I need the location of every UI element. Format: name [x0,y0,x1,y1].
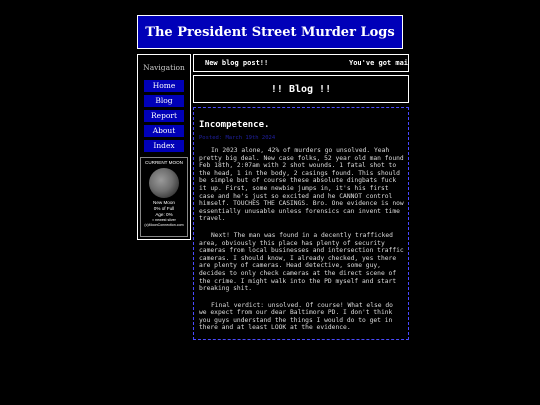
nav-about-button[interactable]: About [144,125,184,137]
nav-index-button[interactable]: Index [144,140,184,152]
moon-caption: CURRENT MOON [145,160,183,165]
post-date: Posted: March 19th 2024 [199,135,276,141]
moon-icon [149,168,179,198]
nav-report-button[interactable]: Report [144,110,184,122]
post-paragraph: Next! The man was found in a decently tr… [199,231,404,293]
blog-heading: !! Blog !! [193,75,409,103]
announcement-ticker: New blog post!! You've got mail [193,54,409,72]
navigation-list: Home Blog Report About Index [138,80,190,152]
site-title: The President Street Murder Logs [145,24,395,40]
post-paragraph: Final verdict: unsolved. Of course! What… [199,301,393,332]
site-header: The President Street Murder Logs [137,15,403,49]
blog-post: Incompetence. Posted: March 19th 2024 In… [193,107,409,340]
navigation-panel: Navigation Home Blog Report About Index … [137,54,191,240]
navigation-title: Navigation [143,63,185,72]
post-title: Incompetence. [199,120,270,130]
nav-blog-button[interactable]: Blog [144,95,184,107]
ticker-mail: You've got mail [349,59,409,67]
moon-phase-widget[interactable]: CURRENT MOON New Moon 0% of Full Age: 0%… [140,157,188,237]
ticker-new-post: New blog post!! [205,59,269,67]
post-paragraph: In 2023 alone, 42% of murders go unsolve… [199,147,404,223]
moon-credit[interactable]: (c)MoonConnection.com [141,223,187,228]
nav-home-button[interactable]: Home [144,80,184,92]
